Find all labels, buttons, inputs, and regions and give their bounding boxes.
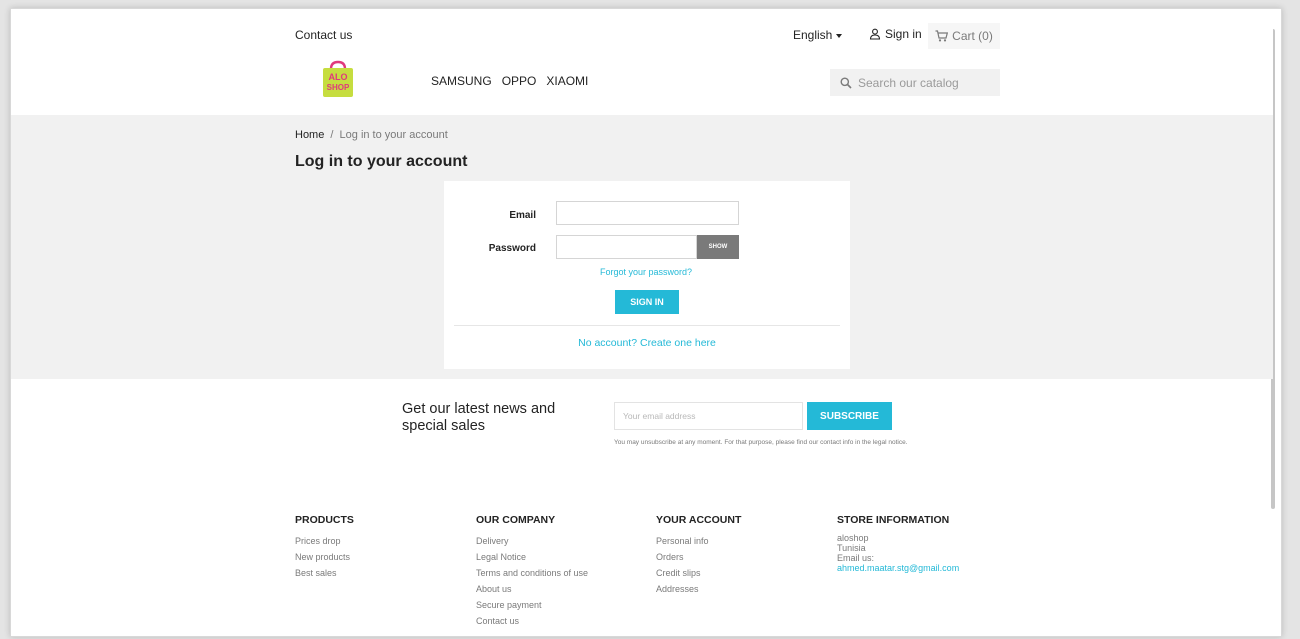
breadcrumb-home[interactable]: Home (295, 129, 324, 141)
nav-item-samsung[interactable]: SAMSUNG (431, 74, 492, 88)
footer-products: PRODUCTS Prices drop New products Best s… (295, 513, 354, 581)
footer-link-about-us[interactable]: About us (476, 581, 588, 597)
caret-down-icon (836, 33, 843, 38)
footer-link-orders[interactable]: Orders (656, 549, 741, 565)
nav-item-oppo[interactable]: OPPO (502, 74, 537, 88)
page-title: Log in to your account (295, 153, 468, 170)
newsletter-title: Get our latest news and special sales (402, 401, 556, 434)
footer-link-secure-payment[interactable]: Secure payment (476, 597, 588, 613)
footer-account: YOUR ACCOUNT Personal info Orders Credit… (656, 513, 741, 597)
email-input[interactable] (556, 201, 739, 225)
language-label: English (793, 28, 833, 42)
store-email-label: Email us: (837, 553, 875, 563)
newsletter-note: You may unsubscribe at any moment. For t… (614, 439, 908, 446)
footer-link-terms[interactable]: Terms and conditions of use (476, 565, 588, 581)
footer-link-legal-notice[interactable]: Legal Notice (476, 549, 588, 565)
cart-icon (935, 30, 949, 42)
forgot-password-link[interactable]: Forgot your password? (596, 267, 696, 277)
subscribe-button[interactable]: SUBSCRIBE (807, 402, 892, 430)
footer-link-contact-us[interactable]: Contact us (476, 613, 588, 629)
footer-link-personal-info[interactable]: Personal info (656, 533, 741, 549)
browser-page: Contact us English Sign in Cart (0) ALO … (10, 8, 1282, 637)
breadcrumb-separator: / (330, 129, 334, 141)
breadcrumb: Home / Log in to your account (295, 129, 448, 141)
store-name: aloshop (837, 533, 869, 543)
logo-text-line2: SHOP (327, 83, 350, 92)
footer-link-new-products[interactable]: New products (295, 549, 354, 565)
footer-store-title: STORE INFORMATION (837, 514, 950, 526)
sign-in-button[interactable]: SIGN IN (615, 290, 679, 314)
language-selector[interactable]: English (793, 28, 843, 42)
footer-store-info: STORE INFORMATION aloshop Tunisia Email … (837, 513, 959, 573)
password-label: Password (488, 243, 536, 254)
divider (454, 325, 840, 326)
show-password-button[interactable]: SHOW (697, 235, 739, 259)
footer-company: OUR COMPANY Delivery Legal Notice Terms … (476, 513, 588, 629)
create-account-link[interactable]: No account? Create one here (544, 337, 750, 349)
main-content: Home / Log in to your account Log in to … (11, 115, 1273, 379)
logo-text-line1: ALO (329, 72, 348, 82)
breadcrumb-current: Log in to your account (339, 129, 448, 141)
sign-in-link[interactable]: Sign in (869, 27, 922, 41)
footer-link-delivery[interactable]: Delivery (476, 533, 588, 549)
email-label: Email (509, 210, 536, 221)
site-header: Contact us English Sign in Cart (0) ALO … (11, 9, 1273, 116)
footer-link-best-sales[interactable]: Best sales (295, 565, 354, 581)
main-nav: SAMSUNG OPPO XIAOMI (431, 74, 588, 88)
sign-in-label: Sign in (885, 27, 922, 41)
search-icon (840, 77, 852, 89)
nav-item-xiaomi[interactable]: XIAOMI (546, 74, 588, 88)
footer-link-prices-drop[interactable]: Prices drop (295, 533, 354, 549)
newsletter-email-input[interactable]: Your email address (614, 402, 803, 430)
search-input[interactable]: Search our catalog (858, 76, 959, 90)
password-input[interactable] (556, 235, 697, 259)
login-card: Email Password SHOW Forgot your password… (444, 181, 850, 369)
cart-label: Cart (0) (952, 29, 993, 43)
footer-account-title: YOUR ACCOUNT (656, 514, 742, 526)
search-box[interactable]: Search our catalog (830, 69, 1000, 96)
footer-products-title: PRODUCTS (295, 514, 354, 526)
contact-us-link[interactable]: Contact us (295, 28, 352, 42)
cart-button[interactable]: Cart (0) (928, 23, 1000, 49)
site-logo[interactable]: ALO SHOP (319, 59, 357, 99)
footer-link-addresses[interactable]: Addresses (656, 581, 741, 597)
user-icon (869, 28, 881, 40)
store-country: Tunisia (837, 543, 866, 553)
footer-link-credit-slips[interactable]: Credit slips (656, 565, 741, 581)
footer-company-title: OUR COMPANY (476, 514, 556, 526)
store-email-link[interactable]: ahmed.maatar.stg@gmail.com (837, 563, 959, 573)
